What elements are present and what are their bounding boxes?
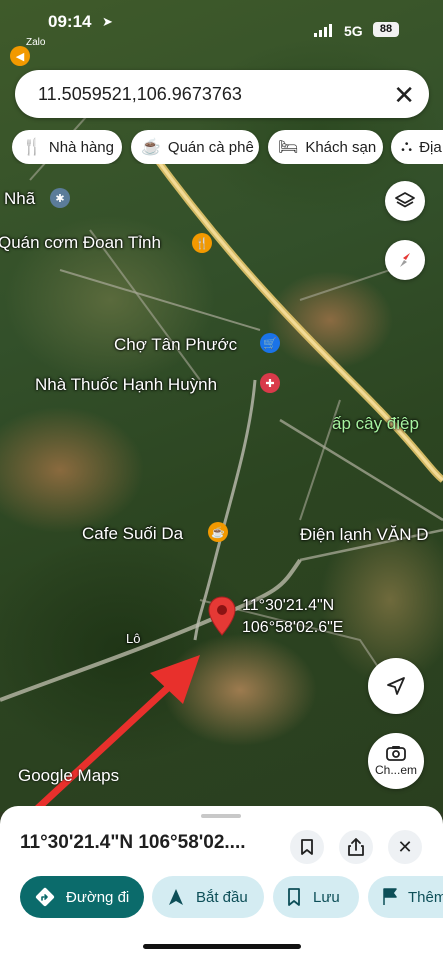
status-bar: 09:14 ➤ ◀ Zalo 5G 88 — [0, 0, 443, 66]
map-view[interactable]: Nhã ✱ Quán cơm Đoan Tỉnh 🍴 Chợ Tân Phước… — [0, 0, 443, 812]
place-sheet[interactable]: 11°30'21.4"N 106°58'02.... ✕ Đường đi Bắ… — [0, 806, 443, 960]
street-view-button[interactable]: Ch...em — [368, 733, 424, 789]
coffee-cup-icon: ☕ — [141, 139, 161, 156]
map-label-cafe[interactable]: Cafe Suối Da — [82, 524, 183, 544]
navigation-arrow-icon — [387, 677, 405, 695]
pharmacy-poi-icon[interactable]: ✚ — [260, 373, 280, 393]
chip-label: Quán cà phê — [167, 138, 254, 156]
restaurant-poi-icon[interactable]: 🍴 — [192, 233, 212, 253]
status-time: 09:14 — [48, 12, 92, 31]
close-sheet-button[interactable]: ✕ — [388, 830, 422, 864]
cafe-poi-icon[interactable]: ☕ — [208, 522, 228, 542]
flag-icon — [383, 888, 397, 905]
share-button[interactable] — [339, 830, 373, 864]
start-button[interactable]: Bắt đầu — [152, 876, 264, 918]
street-view-label: Ch...em — [374, 763, 417, 777]
map-label-road-lo: Lô — [126, 631, 141, 646]
chip-label: Địa — [419, 138, 442, 156]
bookmark-icon — [301, 839, 313, 855]
google-maps-logo: Google Maps — [18, 766, 120, 785]
directions-label: Đường đi — [66, 888, 130, 906]
chip-label: Khách sạn — [305, 138, 377, 156]
dropped-pin-icon[interactable] — [208, 596, 236, 636]
chip-restaurants[interactable]: 🍴 Nhà hàng — [12, 130, 122, 164]
map-label-nha-thuoc[interactable]: Nhà Thuốc Hạnh Huỳnh — [35, 375, 217, 395]
compass-icon — [400, 253, 410, 267]
place-title: 11°30'21.4"N 106°58'02.... — [20, 832, 246, 853]
add-label: Thêm — [408, 888, 443, 906]
chip-cafes[interactable]: ☕ Quán cà phê — [131, 130, 259, 164]
save-button[interactable]: Lưu — [273, 876, 359, 918]
action-buttons: Đường đi Bắt đầu Lưu Thêm — [20, 876, 443, 918]
pin-longitude: 106°58'02.6"E — [242, 619, 344, 636]
battery-icon: 88 — [373, 22, 399, 37]
pin-coordinates: 11°30'21.4"N 106°58'02.6"E — [242, 595, 343, 639]
back-app-label[interactable]: Zalo — [26, 37, 45, 48]
chip-hotels[interactable]: 🛏 Khách sạn — [268, 130, 383, 164]
gear-poi-icon[interactable]: ✱ — [50, 188, 70, 208]
street-view-camera-icon — [386, 746, 406, 761]
cellular-signal-icon — [314, 24, 332, 37]
search-bar[interactable]: 11.5059521,106.9673763 ✕ — [15, 70, 429, 118]
network-type: 5G — [344, 23, 363, 39]
share-icon — [348, 838, 364, 856]
battery-level: 88 — [379, 23, 393, 35]
add-button[interactable]: Thêm — [368, 876, 443, 918]
map-label-dien-lanh[interactable]: Điện lạnh VĂN D — [300, 525, 429, 545]
map-label-ap[interactable]: ấp cây điệp — [332, 414, 419, 434]
sheet-handle[interactable] — [201, 814, 241, 818]
pin-latitude: 11°30'21.4"N — [242, 597, 335, 614]
save-icon-button[interactable] — [290, 830, 324, 864]
start-label: Bắt đầu — [196, 888, 248, 906]
navigation-arrow-icon — [169, 889, 183, 905]
directions-icon — [35, 887, 55, 907]
clear-search-icon[interactable]: ✕ — [393, 80, 415, 111]
back-to-app-icon[interactable]: ◀ — [10, 46, 30, 66]
layers-button[interactable] — [385, 181, 425, 221]
directions-button[interactable]: Đường đi — [20, 876, 144, 918]
shopping-cart-poi-icon[interactable]: 🛒 — [260, 333, 280, 353]
layers-icon — [395, 192, 415, 208]
location-arrow-icon: ➤ — [102, 14, 113, 29]
fork-knife-icon: 🍴 — [22, 139, 42, 156]
chip-label: Nhà hàng — [48, 138, 114, 156]
map-label-nha[interactable]: Nhã — [4, 189, 35, 209]
home-indicator[interactable] — [143, 944, 301, 949]
chip-attractions[interactable]: ⛬ Địa — [391, 130, 443, 164]
map-label-quan-com[interactable]: Quán cơm Đoan Tỉnh — [0, 233, 161, 253]
bookmark-icon — [288, 888, 300, 906]
close-icon: ✕ — [397, 836, 413, 857]
compass-button[interactable] — [385, 240, 425, 280]
attraction-icon: ⛬ — [401, 138, 413, 155]
my-location-button[interactable] — [368, 658, 424, 714]
save-label: Lưu — [313, 888, 340, 906]
bed-icon: 🛏 — [278, 139, 299, 156]
search-input[interactable]: 11.5059521,106.9673763 — [38, 84, 242, 105]
map-label-cho[interactable]: Chợ Tân Phước — [114, 335, 237, 355]
category-chips: 🍴 Nhà hàng ☕ Quán cà phê 🛏 Khách sạn ⛬ Đ… — [12, 130, 443, 164]
